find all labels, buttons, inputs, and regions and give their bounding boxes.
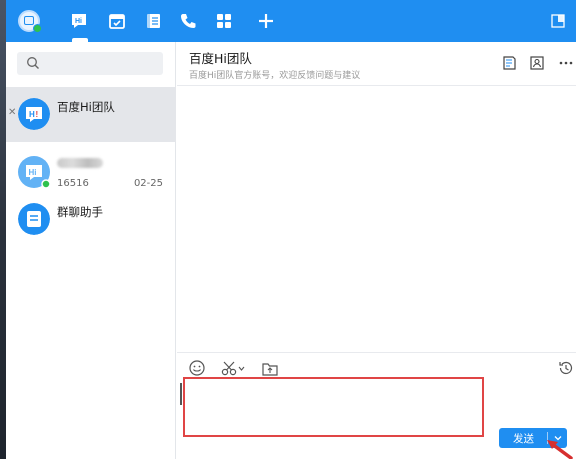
- svg-text:!: !: [36, 110, 39, 119]
- nav-phone[interactable]: [178, 11, 198, 31]
- self-avatar[interactable]: [18, 10, 42, 33]
- close-conversation-icon[interactable]: ✕: [8, 107, 16, 118]
- input-toolbar: [177, 352, 576, 380]
- history-icon: [559, 361, 573, 375]
- nav-contacts[interactable]: [143, 11, 163, 31]
- search-box[interactable]: [17, 52, 163, 75]
- chat-hi-icon: Hi: [72, 14, 86, 28]
- conversation-item-baidu-hi-team[interactable]: ✕ H ! 百度Hi团队: [6, 87, 176, 142]
- baidu-hi-window: Hi ✕ H ! 百度Hi团队 Hi 16516 02-25 群聊助手 百度Hi…: [6, 0, 576, 459]
- nav-calendar[interactable]: [107, 11, 127, 31]
- chat-header: 百度Hi团队 百度Hi团队官方账号，欢迎反馈问题与建议: [177, 42, 576, 86]
- blurred-contact-name: [57, 158, 103, 168]
- search-input[interactable]: [45, 55, 155, 72]
- message-area[interactable]: [177, 87, 576, 352]
- more-button[interactable]: [557, 54, 575, 72]
- emoji-button[interactable]: [188, 359, 206, 377]
- contacts-book-icon: [147, 14, 160, 28]
- svg-text:Hi: Hi: [75, 18, 82, 25]
- svg-text:Hi: Hi: [29, 168, 37, 177]
- hi-team-avatar: H !: [18, 98, 50, 130]
- chat-description: 百度Hi团队官方账号，欢迎反馈问题与建议: [189, 71, 361, 81]
- more-icon: [559, 61, 573, 65]
- conversation-item-group-assistant[interactable]: 群聊助手: [6, 192, 176, 247]
- plus-icon: [259, 14, 273, 28]
- send-button-label: 发送: [513, 433, 534, 445]
- search-icon: [27, 57, 39, 69]
- message-input-area: 发送: [177, 377, 576, 459]
- file-upload-icon: [262, 363, 278, 376]
- calendar-icon: [109, 14, 125, 29]
- conversation-title: 群聊助手: [57, 205, 103, 219]
- conversation-date: 02-25: [133, 178, 163, 189]
- top-navigation-bar: Hi: [6, 0, 576, 42]
- group-assistant-avatar: [18, 203, 50, 235]
- nav-apps[interactable]: [214, 11, 234, 31]
- window-toggle-button[interactable]: [550, 13, 566, 29]
- hi-user-avatar: Hi: [18, 156, 51, 189]
- emoji-icon: [189, 360, 205, 376]
- history-button[interactable]: [557, 359, 575, 377]
- svg-text:H: H: [29, 110, 35, 119]
- screenshot-button[interactable]: [220, 359, 246, 377]
- conversation-sidebar: ✕ H ! 百度Hi团队 Hi 16516 02-25 群聊助手: [6, 42, 176, 459]
- annotation-arrow-icon: [547, 440, 573, 459]
- hi-logo-icon: [24, 16, 34, 25]
- nav-add[interactable]: [256, 11, 276, 31]
- apps-grid-icon: [217, 14, 231, 28]
- file-upload-button[interactable]: [261, 359, 279, 377]
- text-caret: [180, 383, 182, 405]
- contact-card-icon: [530, 56, 544, 70]
- contact-card-button[interactable]: [528, 54, 546, 72]
- message-record-button[interactable]: [500, 54, 518, 72]
- nav-messages[interactable]: Hi: [69, 11, 89, 31]
- message-record-icon: [503, 56, 516, 70]
- phone-icon: [181, 14, 196, 28]
- chat-title: 百度Hi团队: [189, 51, 252, 66]
- message-input[interactable]: [187, 382, 477, 432]
- conversation-title: 百度Hi团队: [57, 100, 115, 114]
- screenshot-scissors-icon: [221, 361, 245, 376]
- conversation-preview: 16516: [57, 178, 89, 189]
- online-status-dot: [33, 24, 42, 33]
- window-toggle-icon: [551, 14, 565, 28]
